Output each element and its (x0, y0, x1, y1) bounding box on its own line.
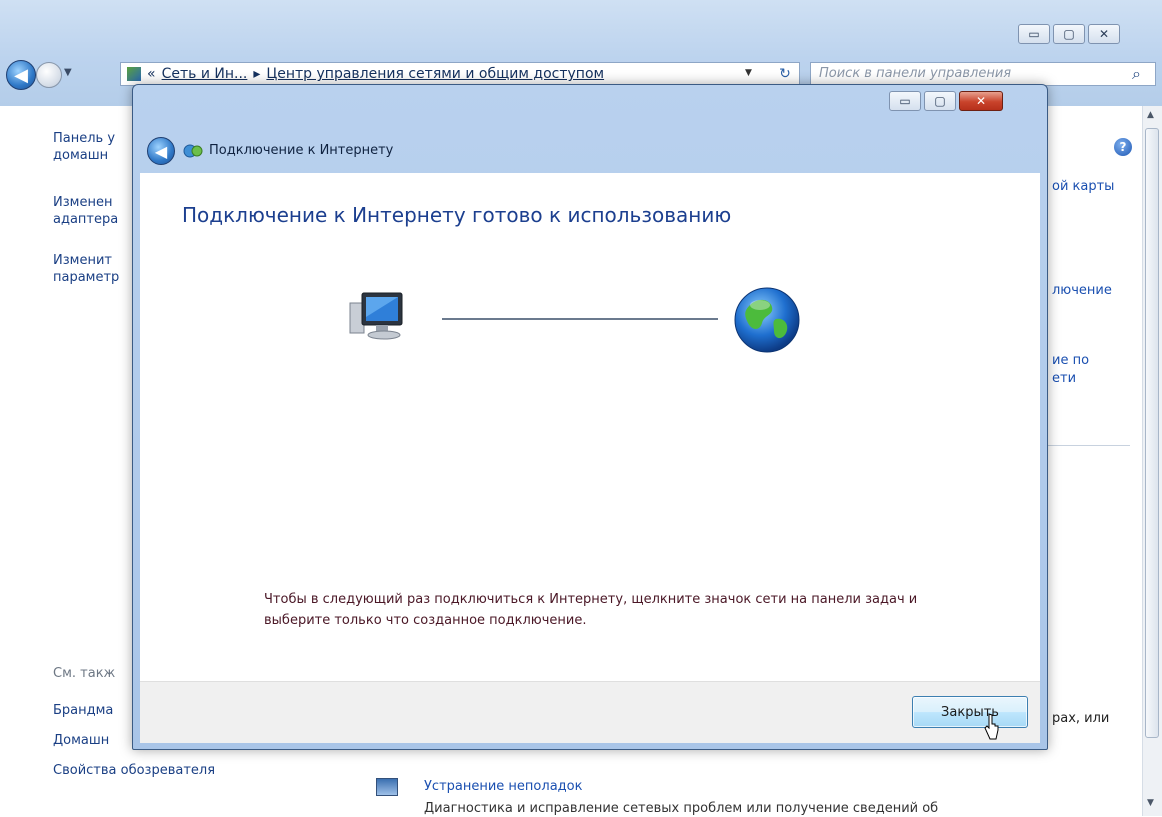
wizard-footer: Закрыть (140, 681, 1040, 743)
search-input[interactable]: Поиск в панели управления (810, 62, 1156, 86)
text-fragment-rooms: рах, или (1052, 711, 1110, 726)
forward-arrow-icon[interactable] (36, 62, 62, 88)
internet-connection-wizard: ▭ ▢ ✕ ◀ Подключение к Интернету Подключе… (132, 84, 1048, 750)
network-connection-icon (183, 144, 203, 158)
link-network-map[interactable]: ой карты (1052, 178, 1114, 195)
mouse-cursor-icon (984, 713, 999, 740)
troubleshoot-description: Диагностика и исправление сетевых пробле… (424, 801, 939, 816)
see-also-heading: См. такж (53, 666, 116, 681)
wizard-window-controls: ▭ ▢ ✕ (889, 91, 1003, 111)
wizard-back-arrow-icon[interactable]: ◀ (147, 137, 175, 165)
troubleshoot-icon (376, 778, 398, 796)
address-dropdown-icon[interactable]: ▼ (745, 68, 752, 78)
link-connection[interactable]: лючение (1052, 282, 1112, 299)
wizard-close-button[interactable]: ✕ (959, 91, 1003, 111)
refresh-icon[interactable]: ↻ (770, 62, 800, 86)
breadcrumb-separator[interactable]: ▸ (253, 66, 260, 82)
explorer-minimize-button[interactable]: ▭ (1018, 24, 1050, 44)
scrollbar-thumb[interactable] (1145, 128, 1159, 738)
scroll-down-icon[interactable]: ▼ (1147, 798, 1154, 808)
scroll-up-icon[interactable]: ▲ (1147, 110, 1154, 120)
breadcrumb-network[interactable]: Сеть и Ин... (162, 66, 248, 82)
address-bar[interactable]: « Сеть и Ин... ▸ Центр управления сетями… (120, 62, 800, 86)
control-panel-icon (127, 67, 141, 81)
wizard-maximize-button[interactable]: ▢ (924, 91, 956, 111)
globe-icon (734, 287, 800, 353)
link-params-line2[interactable]: ети (1052, 370, 1076, 387)
connection-line (442, 318, 718, 320)
wizard-hint-text: Чтобы в следующий раз подключиться к Инт… (264, 592, 918, 628)
computer-icon (349, 292, 403, 340)
breadcrumb-network-center[interactable]: Центр управления сетями и общим доступом (266, 66, 604, 82)
close-button[interactable]: Закрыть (912, 696, 1028, 728)
explorer-maximize-button[interactable]: ▢ (1053, 24, 1085, 44)
wizard-content-area: Подключение к Интернету готово к использ… (140, 173, 1040, 681)
history-dropdown-icon[interactable]: ▼ (64, 67, 72, 78)
wizard-title: Подключение к Интернету (209, 143, 394, 158)
link-params-line1[interactable]: ие по (1052, 352, 1089, 369)
search-icon[interactable]: ⌕ (1132, 64, 1141, 84)
help-icon[interactable]: ? (1114, 138, 1132, 156)
wizard-heading: Подключение к Интернету готово к использ… (182, 203, 732, 227)
explorer-close-button[interactable]: ✕ (1088, 24, 1120, 44)
section-divider (1048, 445, 1130, 446)
address-chevrons[interactable]: « (147, 66, 156, 82)
wizard-minimize-button[interactable]: ▭ (889, 91, 921, 111)
explorer-window-controls: ▭ ▢ ✕ (1018, 24, 1120, 44)
back-arrow-icon[interactable]: ◀ (6, 60, 36, 90)
sidebar-link-browser-properties[interactable]: Свойства обозревателя (53, 762, 303, 779)
link-troubleshoot[interactable]: Устранение неполадок (424, 778, 582, 795)
